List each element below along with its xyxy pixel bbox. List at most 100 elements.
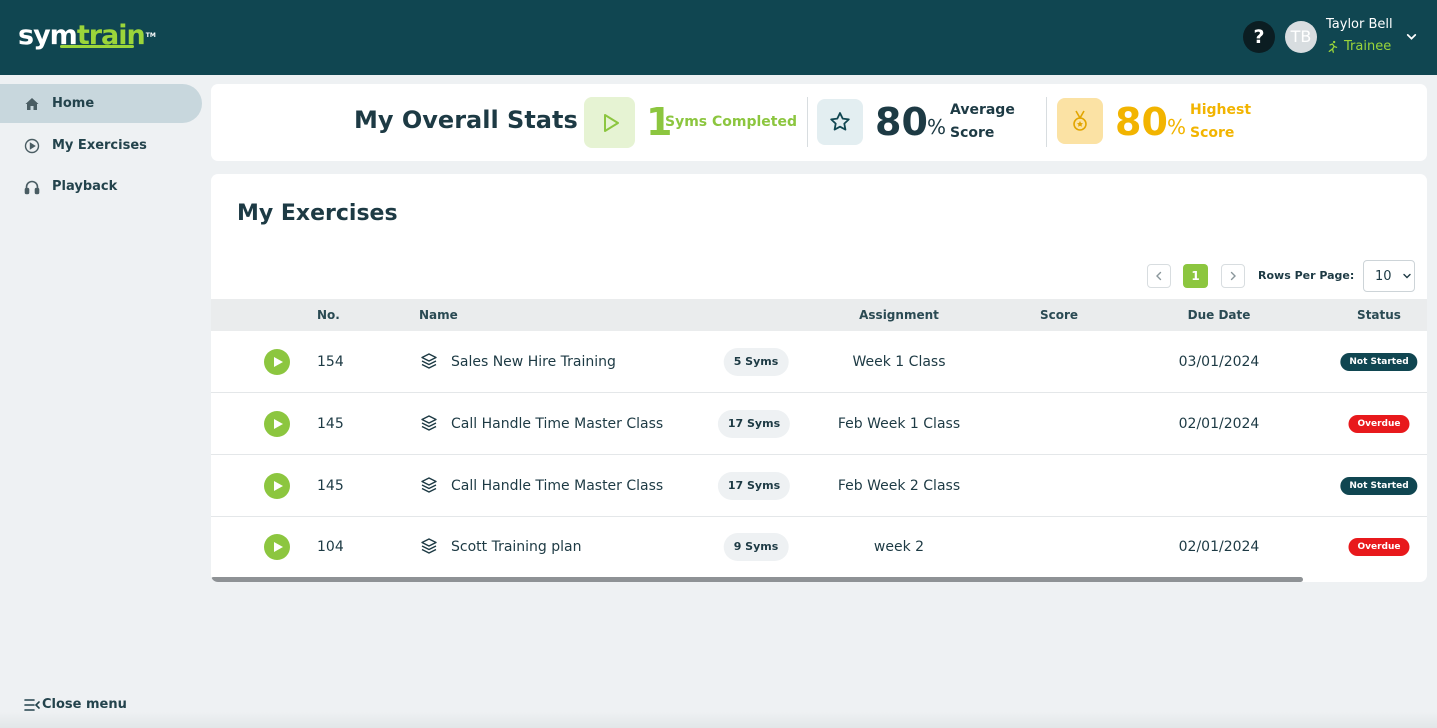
next-page-button[interactable] — [1221, 264, 1245, 288]
column-header-name[interactable]: Name — [419, 299, 458, 331]
column-header-due-date[interactable]: Due Date — [1188, 299, 1251, 331]
column-header-status[interactable]: Status — [1357, 299, 1401, 331]
syms-count-badge: 5 Syms — [723, 348, 789, 376]
play-icon — [274, 419, 283, 429]
syms-count-badge: 17 Syms — [717, 410, 791, 438]
exercise-assignment: Feb Week 1 Class — [837, 416, 961, 432]
exercise-assignment: Week 1 Class — [852, 354, 946, 370]
menu-collapse-icon — [24, 698, 40, 711]
table-row[interactable]: 145 Call Handle Time Master Class 17 Sym… — [211, 393, 1427, 455]
layers-icon — [421, 477, 437, 493]
status-badge: Not Started — [1340, 477, 1418, 495]
column-header-score[interactable]: Score — [1040, 299, 1078, 331]
sidebar-item-label: My Exercises — [52, 138, 147, 153]
average-score-icon-box — [817, 99, 863, 145]
exercise-name[interactable]: Scott Training plan — [451, 516, 582, 578]
table-row[interactable]: 104 Scott Training plan 9 Syms week 2 02… — [211, 516, 1427, 578]
layers-icon — [421, 353, 437, 369]
stat-divider — [807, 97, 808, 147]
exercise-number: 104 — [317, 539, 344, 555]
play-circle-icon — [24, 138, 40, 153]
logo-underline — [60, 45, 134, 48]
play-exercise-button[interactable] — [264, 534, 290, 560]
layers-icon — [421, 538, 437, 554]
exercise-number: 145 — [317, 416, 344, 432]
close-menu-label: Close menu — [42, 697, 127, 712]
headphones-icon — [24, 180, 40, 194]
star-icon — [830, 112, 850, 131]
chevron-right-icon — [1230, 271, 1236, 281]
logo-trademark: TM — [145, 32, 156, 39]
status-badge: Overdue — [1348, 538, 1410, 556]
exercise-name[interactable]: Sales New Hire Training — [451, 331, 616, 393]
highest-score-label-line1: Highest — [1190, 102, 1252, 118]
average-score-unit: % — [927, 115, 947, 139]
play-icon — [274, 542, 283, 552]
rows-per-page-select[interactable]: 10 — [1363, 260, 1415, 292]
column-header-assignment[interactable]: Assignment — [859, 299, 939, 331]
average-score-label-line1: Average — [950, 102, 1015, 118]
table-row[interactable]: 145 Call Handle Time Master Class 17 Sym… — [211, 455, 1427, 517]
overall-stats-card: My Overall Stats 1 Syms Completed 80 % A… — [211, 84, 1427, 161]
play-icon — [274, 357, 283, 367]
sidebar-item-label: Home — [52, 96, 95, 111]
user-name[interactable]: Taylor Bell — [1326, 17, 1393, 32]
table-row[interactable]: 154 Sales New Hire Training 5 Syms Week … — [211, 331, 1427, 393]
rows-per-page-value: 10 — [1375, 268, 1392, 284]
exercise-number: 154 — [317, 354, 344, 370]
sidebar-item-home[interactable]: Home — [0, 84, 202, 123]
avatar[interactable]: TB — [1285, 21, 1317, 53]
exercise-assignment: Feb Week 2 Class — [837, 478, 961, 494]
exercise-due-date: 03/01/2024 — [1178, 354, 1260, 370]
sidebar-item-label: Playback — [52, 179, 118, 194]
user-role: Trainee — [1326, 39, 1391, 54]
horizontal-scrollbar[interactable] — [211, 577, 1303, 582]
play-exercise-button[interactable] — [264, 411, 290, 437]
syms-completed-label: Syms Completed — [665, 114, 798, 130]
play-exercise-button[interactable] — [264, 473, 290, 499]
average-score-label-line2: Score — [950, 125, 995, 141]
prev-page-button[interactable] — [1147, 264, 1171, 288]
running-person-icon — [1328, 40, 1338, 53]
highest-score-value: 80 — [1115, 100, 1168, 144]
my-exercises-card: My Exercises 1 Rows Per Page: 10 No. Nam… — [211, 174, 1427, 582]
rows-per-page-label: Rows Per Page: — [1258, 269, 1355, 282]
help-button[interactable]: ? — [1243, 21, 1275, 53]
user-role-label: Trainee — [1344, 39, 1392, 54]
average-score-value: 80 — [875, 100, 928, 144]
close-menu-button[interactable]: Close menu — [24, 697, 127, 712]
syms-count-badge: 17 Syms — [717, 472, 791, 500]
table-header: No. Name Assignment Score Due Date Statu… — [211, 299, 1427, 331]
home-icon — [25, 97, 39, 110]
highest-score-unit: % — [1167, 115, 1187, 139]
medal-icon — [1073, 110, 1087, 131]
exercise-number: 145 — [317, 478, 344, 494]
syms-count-badge: 9 Syms — [723, 533, 789, 561]
bottom-edge — [0, 712, 1437, 728]
chevron-down-icon[interactable] — [1405, 30, 1418, 43]
play-outline-icon — [603, 113, 619, 132]
stat-divider — [1046, 97, 1047, 147]
status-badge: Overdue — [1348, 415, 1410, 433]
sidebar-item-playback[interactable]: Playback — [0, 167, 202, 206]
chevron-down-icon — [1402, 273, 1411, 279]
layers-icon — [421, 415, 437, 431]
syms-completed-icon-box — [584, 97, 635, 148]
highest-score-icon-box — [1057, 98, 1103, 144]
exercise-name[interactable]: Call Handle Time Master Class — [451, 455, 663, 517]
stats-title: My Overall Stats — [354, 106, 578, 134]
chevron-left-icon — [1156, 271, 1162, 281]
play-exercise-button[interactable] — [264, 349, 290, 375]
top-bar: symtrainTM ? TB Taylor Bell Trainee — [0, 0, 1437, 75]
exercise-name[interactable]: Call Handle Time Master Class — [451, 393, 663, 455]
exercise-due-date: 02/01/2024 — [1178, 539, 1260, 555]
exercise-due-date: 02/01/2024 — [1178, 416, 1260, 432]
exercises-title: My Exercises — [237, 201, 398, 226]
current-page-button[interactable]: 1 — [1183, 264, 1208, 288]
exercise-assignment: week 2 — [873, 539, 925, 555]
play-icon — [274, 481, 283, 491]
column-header-no[interactable]: No. — [317, 299, 340, 331]
status-badge: Not Started — [1340, 353, 1418, 371]
sidebar-item-my-exercises[interactable]: My Exercises — [0, 126, 202, 165]
highest-score-label-line2: Score — [1190, 125, 1235, 141]
